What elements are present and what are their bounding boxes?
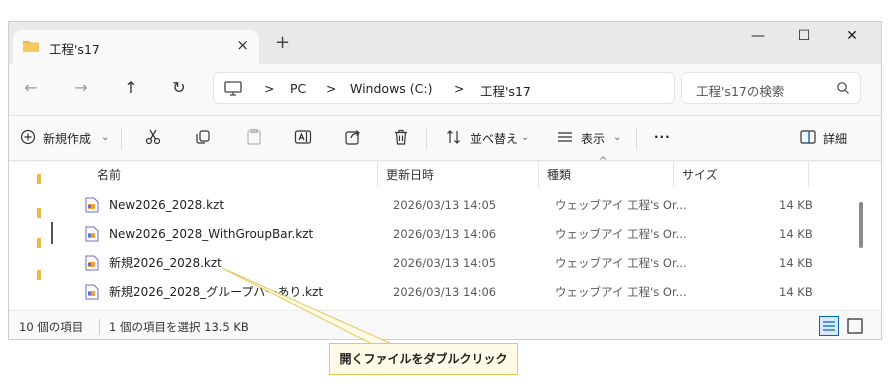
close-window-button[interactable]: ✕ bbox=[829, 28, 875, 52]
vertical-scrollbar[interactable] bbox=[859, 202, 863, 248]
breadcrumb-separator[interactable]: > bbox=[264, 81, 274, 96]
file-row[interactable]: New2026_2028_WithGroupBar.kzt 2026/03/13… bbox=[73, 220, 813, 249]
copy-icon[interactable] bbox=[194, 128, 212, 146]
file-name: New2026_2028_WithGroupBar.kzt bbox=[109, 227, 314, 241]
title-bar: 工程's17 × + — ☐ ✕ bbox=[9, 22, 881, 64]
file-type: ウェッブアイ 工程's Or... bbox=[555, 198, 687, 212]
breadcrumb-pc[interactable]: PC bbox=[290, 81, 306, 96]
breadcrumb-separator[interactable]: > bbox=[326, 81, 336, 96]
file-row[interactable]: 新規2026_2028.kzt 2026/03/13 14:05 ウェッブアイ … bbox=[73, 249, 813, 278]
view-button[interactable]: 表示 bbox=[581, 130, 605, 147]
file-type: ウェッブアイ 工程's Or... bbox=[555, 285, 687, 299]
address-row: ← → ↑ ↻ > PC > Windows (C:) > 工程's17 工程'… bbox=[9, 64, 881, 114]
delete-icon[interactable] bbox=[392, 128, 410, 146]
item-count: 10 個の項目 bbox=[19, 320, 84, 334]
column-header-size[interactable]: サイズ bbox=[674, 162, 808, 188]
chevron-down-icon[interactable]: ⌄ bbox=[613, 132, 621, 143]
forward-button[interactable]: → bbox=[71, 78, 91, 97]
file-name: 新規2026_2028.kzt bbox=[109, 256, 222, 270]
divider bbox=[426, 128, 427, 150]
file-modified: 2026/03/13 14:05 bbox=[393, 256, 497, 270]
cut-icon[interactable] bbox=[144, 128, 162, 146]
breadcrumb-folder[interactable]: 工程's17 bbox=[480, 81, 531, 100]
kzt-file-icon bbox=[85, 284, 99, 300]
address-bar[interactable]: > PC > Windows (C:) > 工程's17 bbox=[213, 72, 675, 104]
file-modified: 2026/03/13 14:05 bbox=[393, 198, 497, 212]
maximize-button[interactable]: ☐ bbox=[781, 28, 827, 52]
search-box[interactable]: 工程's17の検索 bbox=[681, 72, 861, 104]
file-row[interactable]: New2026_2028.kzt 2026/03/13 14:05 ウェッブアイ… bbox=[73, 191, 813, 220]
details-pane-icon bbox=[800, 130, 816, 144]
details-view-icon[interactable] bbox=[819, 316, 839, 336]
breadcrumb-drive[interactable]: Windows (C:) bbox=[350, 81, 432, 96]
monitor-icon bbox=[224, 81, 242, 96]
share-icon[interactable] bbox=[344, 128, 362, 146]
up-button[interactable]: ↑ bbox=[121, 78, 141, 97]
back-button[interactable]: ← bbox=[21, 78, 41, 97]
screenshot: 工程's17 × + — ☐ ✕ ← → ↑ ↻ > PC > Windows … bbox=[0, 0, 890, 391]
plus-circle-icon bbox=[20, 129, 36, 145]
kzt-file-icon bbox=[85, 197, 99, 213]
file-name: New2026_2028.kzt bbox=[109, 198, 225, 212]
search-input[interactable]: 工程's17の検索 bbox=[696, 81, 784, 100]
status-bar: 10 個の項目 1 個の項目を選択 13.5 KB bbox=[9, 310, 881, 339]
search-icon bbox=[837, 82, 849, 94]
file-type: ウェッブアイ 工程's Or... bbox=[555, 256, 687, 270]
folder-icon bbox=[37, 208, 41, 218]
column-header-modified[interactable]: 更新日時 bbox=[378, 162, 538, 188]
file-modified: 2026/03/13 14:06 bbox=[393, 227, 497, 241]
divider bbox=[99, 319, 100, 335]
more-options-button[interactable]: ··· bbox=[654, 130, 671, 144]
divider bbox=[636, 128, 637, 150]
minimize-button[interactable]: — bbox=[735, 28, 781, 52]
view-list-icon bbox=[558, 132, 572, 142]
folder-icon bbox=[37, 174, 41, 184]
tab-active[interactable]: 工程's17 × bbox=[13, 30, 259, 64]
file-type: ウェッブアイ 工程's Or... bbox=[555, 227, 687, 241]
details-button[interactable]: 詳細 bbox=[823, 130, 847, 147]
folder-icon bbox=[23, 41, 39, 52]
file-size: 14 KB bbox=[779, 256, 813, 270]
command-bar: 新規作成 ⌄ 並べ替え ⌄ 表示 ⌄ ··· 詳細 bbox=[9, 115, 881, 161]
file-row[interactable]: 新規2026_2028_グループバーあり.kzt 2026/03/13 14:0… bbox=[73, 278, 813, 307]
file-size: 14 KB bbox=[779, 198, 813, 212]
column-divider[interactable] bbox=[808, 162, 809, 188]
kzt-file-icon bbox=[85, 226, 99, 242]
selection-info: 1 個の項目を選択 13.5 KB bbox=[109, 320, 249, 334]
sort-button[interactable]: 並べ替え bbox=[470, 130, 518, 147]
file-size: 14 KB bbox=[779, 285, 813, 299]
rename-icon[interactable] bbox=[294, 128, 312, 146]
tiles-view-icon[interactable] bbox=[845, 316, 865, 336]
folder-icon bbox=[37, 238, 41, 248]
annotation-callout: 開くファイルをダブルクリック bbox=[329, 343, 518, 375]
breadcrumb-separator[interactable]: > bbox=[454, 81, 464, 96]
pane-splitter[interactable] bbox=[51, 222, 53, 244]
tab-close-icon[interactable]: × bbox=[236, 36, 249, 54]
navigation-pane[interactable] bbox=[9, 162, 57, 310]
refresh-button[interactable]: ↻ bbox=[169, 78, 189, 97]
paste-icon[interactable] bbox=[245, 128, 263, 146]
column-header-type[interactable]: 種類 bbox=[539, 162, 673, 188]
sort-icon bbox=[447, 130, 460, 144]
new-button[interactable]: 新規作成 bbox=[43, 130, 91, 147]
file-list-area: ^ 名前 更新日時 種類 サイズ New2026_2028.kzt 2026/0… bbox=[9, 156, 881, 310]
chevron-down-icon[interactable]: ⌄ bbox=[101, 132, 109, 143]
column-header-name[interactable]: 名前 bbox=[89, 162, 378, 188]
new-tab-button[interactable]: + bbox=[275, 34, 290, 52]
file-modified: 2026/03/13 14:06 bbox=[393, 285, 497, 299]
file-name: 新規2026_2028_グループバーあり.kzt bbox=[109, 285, 324, 299]
kzt-file-icon bbox=[85, 255, 99, 271]
folder-icon bbox=[37, 270, 41, 280]
chevron-down-icon[interactable]: ⌄ bbox=[521, 132, 529, 143]
file-size: 14 KB bbox=[779, 227, 813, 241]
divider bbox=[121, 128, 122, 150]
file-explorer-window: 工程's17 × + — ☐ ✕ ← → ↑ ↻ > PC > Windows … bbox=[8, 21, 882, 340]
tab-title: 工程's17 bbox=[49, 42, 100, 57]
